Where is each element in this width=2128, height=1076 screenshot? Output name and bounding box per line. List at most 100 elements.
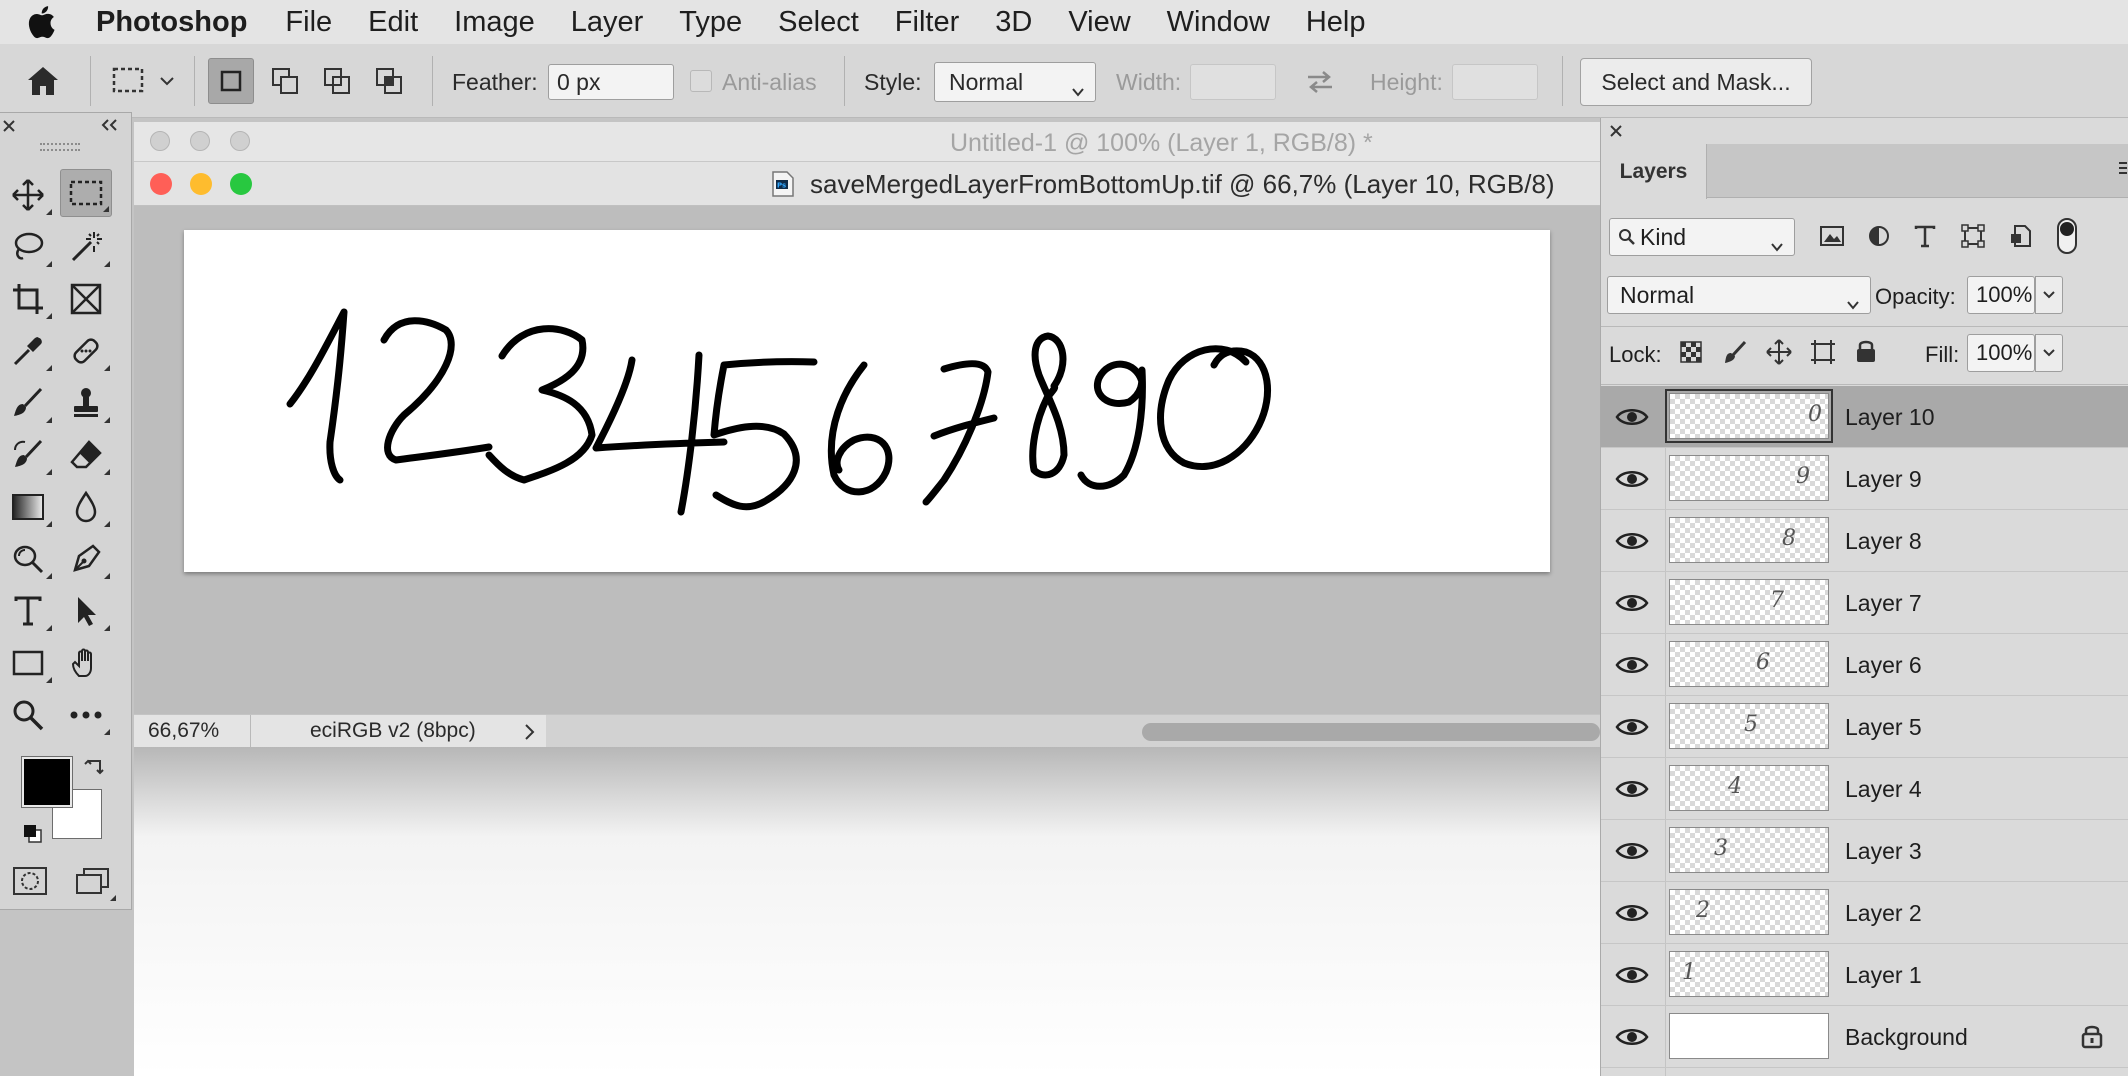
layer-name[interactable]: Background [1845, 1024, 1968, 1051]
layer-thumbnail[interactable]: 6 [1669, 641, 1829, 687]
layer-name[interactable]: Layer 3 [1845, 838, 1922, 865]
menu-edit[interactable]: Edit [368, 6, 418, 39]
smart-object-filter-icon[interactable] [2009, 224, 2033, 253]
color-profile-info[interactable]: eciRGB v2 (8bpc) [310, 719, 476, 743]
quick-mask-icon[interactable] [4, 857, 56, 905]
layer-thumbnail[interactable]: 7 [1669, 579, 1829, 625]
crop-tool[interactable] [2, 275, 54, 323]
menu-layer[interactable]: Layer [571, 6, 644, 39]
horizontal-scrollbar-thumb[interactable] [1142, 723, 1600, 741]
lock-all-icon[interactable] [1855, 338, 1877, 369]
eye-icon[interactable] [1615, 901, 1649, 925]
new-selection-icon[interactable] [208, 58, 254, 104]
opacity-input[interactable]: 100% [1967, 276, 2035, 314]
window-close-button[interactable] [150, 173, 172, 195]
menu-select[interactable]: Select [778, 6, 859, 39]
layer-row[interactable]: 1 Layer 1 [1601, 944, 2128, 1006]
untitled-document-tab[interactable]: Untitled-1 @ 100% (Layer 1, RGB/8) * [134, 122, 1600, 162]
fill-input[interactable]: 100% [1967, 334, 2035, 372]
close-panel-icon[interactable] [1609, 124, 1623, 143]
default-colors-icon[interactable] [22, 823, 44, 850]
layer-name[interactable]: Layer 10 [1845, 404, 1935, 431]
lock-icon[interactable] [2081, 1023, 2103, 1055]
blend-mode-select[interactable]: Normal [1607, 276, 1871, 314]
document-titlebar[interactable]: Ps saveMergedLayerFromBottomUp.tif @ 66,… [134, 162, 1600, 206]
fill-dropdown-button[interactable] [2035, 334, 2063, 372]
apple-icon[interactable] [26, 5, 78, 39]
shape-filter-icon[interactable] [1961, 224, 1985, 253]
window-zoom-button[interactable] [230, 131, 250, 151]
layer-thumbnail[interactable] [1669, 1013, 1829, 1059]
window-close-button[interactable] [150, 131, 170, 151]
lock-transparent-icon[interactable] [1679, 340, 1703, 369]
swap-arrows-icon[interactable] [1300, 64, 1340, 100]
swap-colors-icon[interactable] [84, 755, 106, 782]
layer-name[interactable]: Layer 5 [1845, 714, 1922, 741]
brush-tool[interactable] [2, 379, 54, 427]
add-selection-icon[interactable] [262, 58, 308, 104]
layer-thumbnail[interactable]: 4 [1669, 765, 1829, 811]
dodge-tool[interactable] [2, 535, 54, 583]
chevron-right-icon[interactable] [524, 723, 536, 747]
chevron-down-icon[interactable] [156, 70, 178, 92]
layer-thumbnail[interactable]: 1 [1669, 951, 1829, 997]
zoom-tool[interactable] [2, 691, 54, 739]
layer-row[interactable]: 9 Layer 9 [1601, 448, 2128, 510]
adjustment-filter-icon[interactable] [1867, 224, 1891, 253]
collapse-icon[interactable] [98, 117, 120, 138]
history-brush-tool[interactable] [2, 431, 54, 479]
layer-name[interactable]: Layer 1 [1845, 962, 1922, 989]
layer-thumbnail[interactable]: 5 [1669, 703, 1829, 749]
style-select[interactable]: Normal [934, 62, 1096, 102]
lock-pixels-icon[interactable] [1723, 340, 1747, 371]
clone-stamp-tool[interactable] [60, 379, 112, 427]
layer-row[interactable]: 2 Layer 2 [1601, 882, 2128, 944]
layer-name[interactable]: Layer 2 [1845, 900, 1922, 927]
eye-icon[interactable] [1615, 1025, 1649, 1049]
healing-brush-tool[interactable] [60, 327, 112, 375]
layer-row[interactable]: Background [1601, 1006, 2128, 1068]
lock-position-icon[interactable] [1765, 338, 1793, 371]
menu-help[interactable]: Help [1306, 6, 1366, 39]
feather-input[interactable]: 0 px [548, 64, 674, 100]
zoom-level[interactable]: 66,67% [148, 719, 219, 743]
layer-row[interactable]: 7 Layer 7 [1601, 572, 2128, 634]
blur-tool[interactable] [60, 483, 112, 531]
height-input[interactable] [1452, 64, 1538, 100]
lock-artboard-icon[interactable] [1809, 338, 1837, 371]
antialias-checkbox[interactable] [690, 70, 712, 92]
path-selection-tool[interactable] [60, 587, 112, 635]
eye-icon[interactable] [1615, 839, 1649, 863]
eye-icon[interactable] [1615, 715, 1649, 739]
screen-mode-icon[interactable] [66, 857, 118, 905]
opacity-dropdown-button[interactable] [2035, 276, 2063, 314]
window-minimize-button[interactable] [190, 131, 210, 151]
menu-window[interactable]: Window [1167, 6, 1270, 39]
marquee-preset-icon[interactable] [108, 60, 148, 100]
intersect-selection-icon[interactable] [366, 58, 412, 104]
layer-name[interactable]: Layer 8 [1845, 528, 1922, 555]
filter-toggle-switch[interactable] [2057, 218, 2077, 254]
layer-row[interactable]: 3 Layer 3 [1601, 820, 2128, 882]
menu-3d[interactable]: 3D [995, 6, 1032, 39]
rectangular-marquee-tool[interactable] [60, 169, 112, 217]
move-tool[interactable] [2, 171, 54, 219]
layer-row[interactable]: 8 Layer 8 [1601, 510, 2128, 572]
eye-icon[interactable] [1615, 653, 1649, 677]
eye-icon[interactable] [1615, 777, 1649, 801]
menu-file[interactable]: File [285, 6, 332, 39]
layer-name[interactable]: Layer 7 [1845, 590, 1922, 617]
layer-row[interactable]: 0 Layer 10 [1601, 386, 2128, 448]
width-input[interactable] [1190, 64, 1276, 100]
menu-filter[interactable]: Filter [895, 6, 959, 39]
layer-name[interactable]: Layer 4 [1845, 776, 1922, 803]
layer-row[interactable]: 5 Layer 5 [1601, 696, 2128, 758]
rectangle-tool[interactable] [2, 639, 54, 687]
layer-thumbnail[interactable]: 0 [1665, 389, 1833, 443]
eye-icon[interactable] [1615, 591, 1649, 615]
app-name[interactable]: Photoshop [96, 6, 247, 39]
subtract-selection-icon[interactable] [314, 58, 360, 104]
layer-name[interactable]: Layer 9 [1845, 466, 1922, 493]
eraser-tool[interactable] [60, 431, 112, 479]
layer-row[interactable]: 6 Layer 6 [1601, 634, 2128, 696]
